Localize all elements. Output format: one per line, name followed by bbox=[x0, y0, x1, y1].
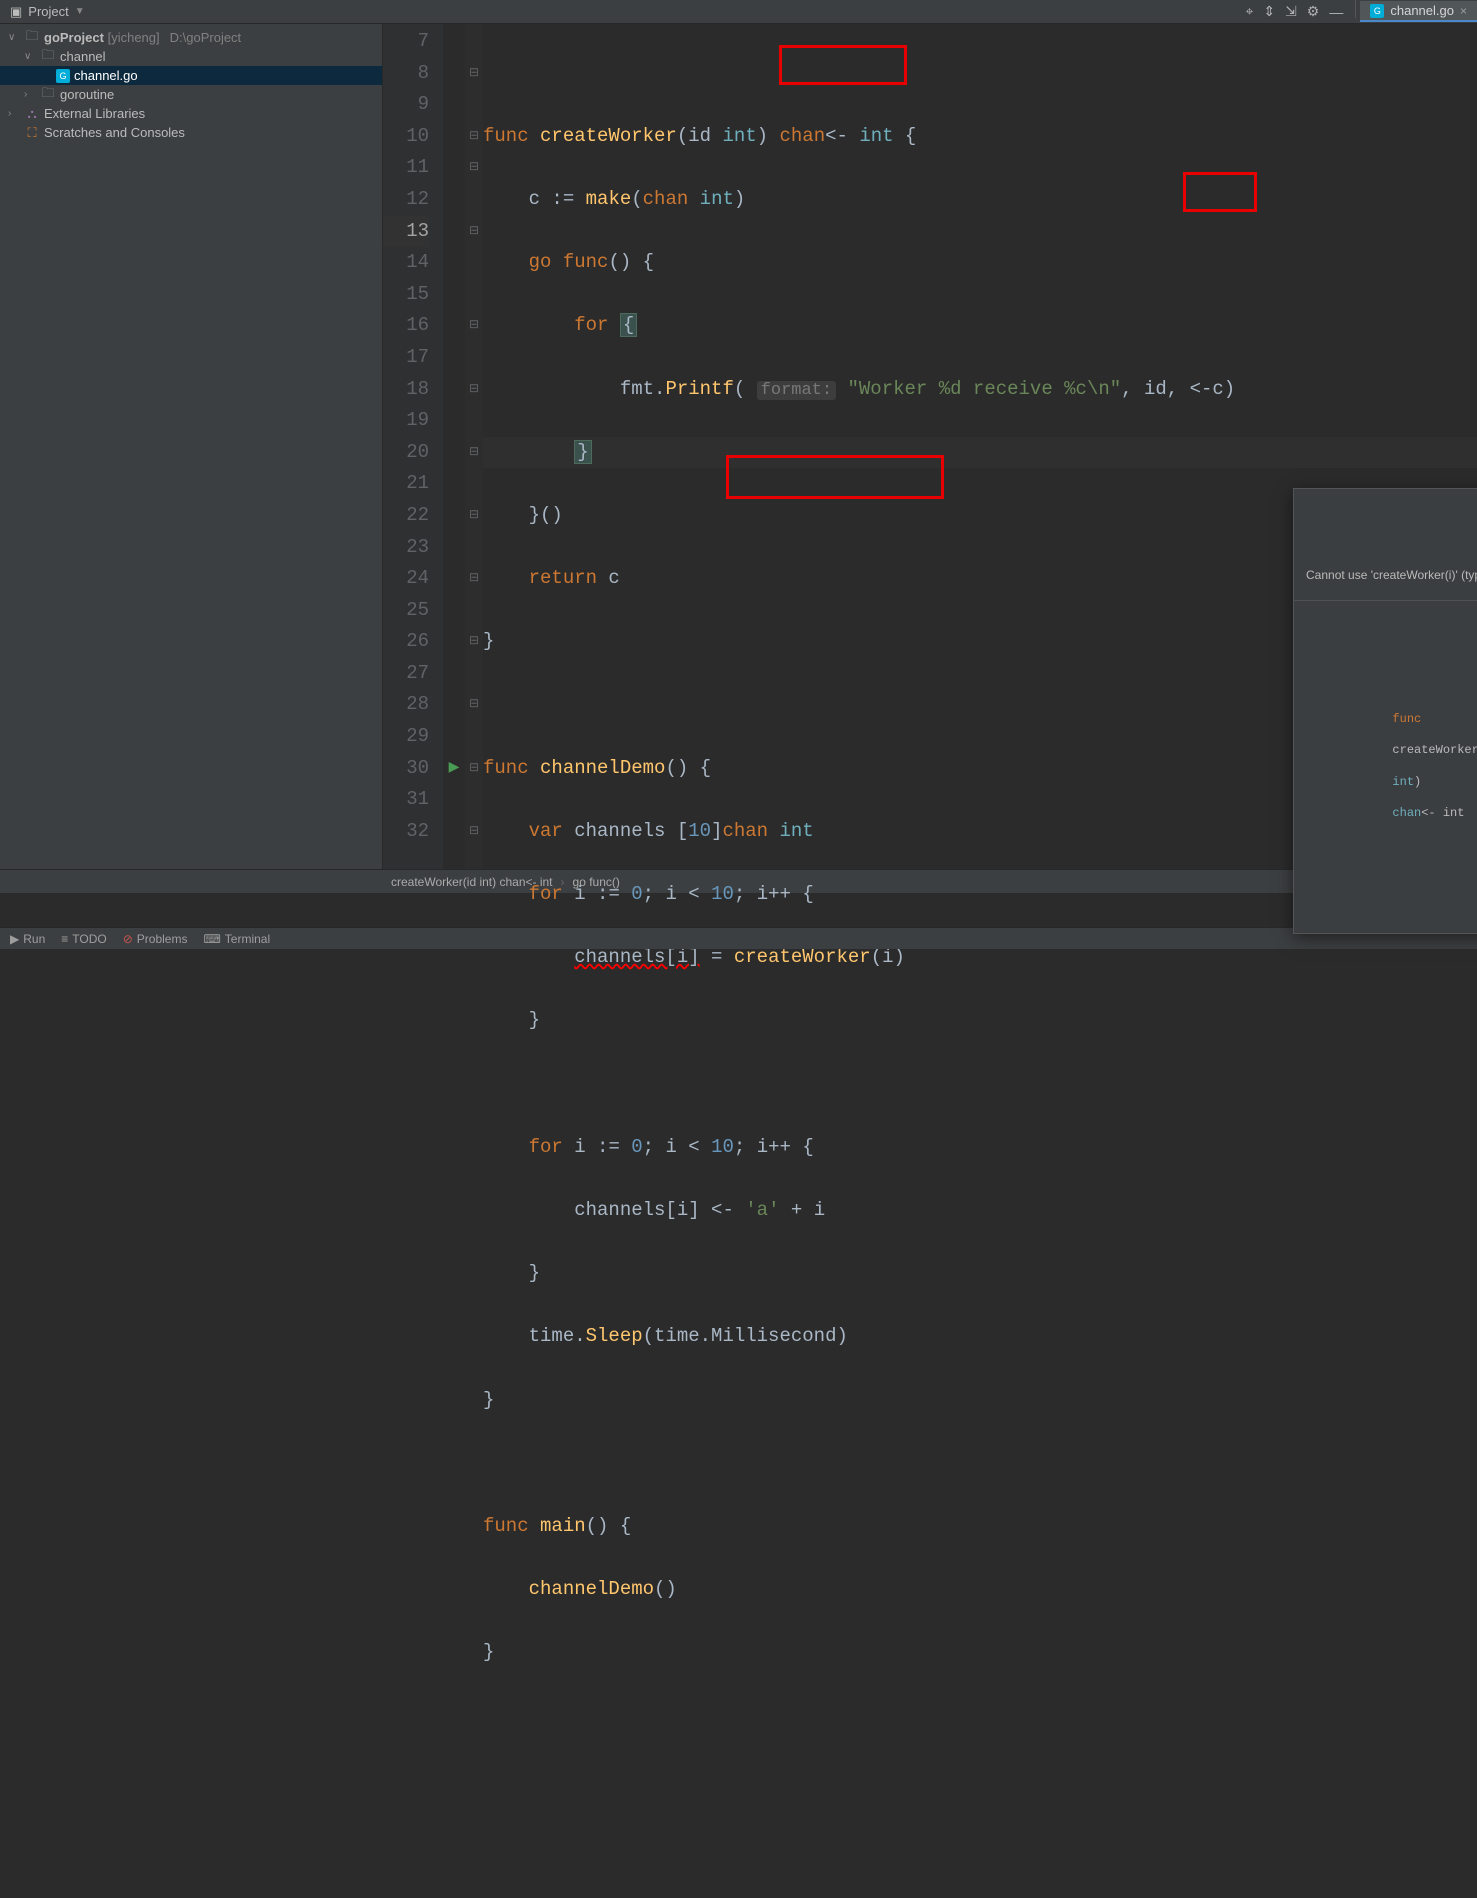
run-gutter: ▶ bbox=[443, 24, 465, 869]
tooltip-signature: func createWorker(id int) chan<- int ⋮ bbox=[1294, 664, 1477, 870]
tooltip-message: Cannot use 'createWorker(i)' (type chan<… bbox=[1294, 552, 1477, 601]
folder-icon: 🗀 bbox=[40, 84, 56, 106]
chevron-down-icon: ▼ bbox=[75, 6, 85, 17]
tool-terminal[interactable]: ⌨Terminal bbox=[203, 932, 270, 946]
tree-scratches[interactable]: ⛶ Scratches and Consoles bbox=[0, 123, 382, 142]
tree-label: channel.go bbox=[74, 68, 138, 83]
project-title: Project bbox=[28, 4, 68, 19]
gear-icon[interactable]: ⚙ bbox=[1307, 3, 1320, 20]
tree-root[interactable]: ∨ 🗀 goProject [yicheng] D:\goProject bbox=[0, 28, 382, 47]
tree-file-channel-go[interactable]: G channel.go bbox=[0, 66, 382, 85]
todo-icon: ≡ bbox=[61, 932, 68, 946]
go-file-icon: G bbox=[1370, 4, 1384, 18]
tree-label: External Libraries bbox=[44, 106, 145, 121]
code-editor[interactable]: 78910 11121314 15161718 19202122 2324252… bbox=[383, 24, 1477, 869]
tree-folder-channel[interactable]: ∨ 🗀 channel bbox=[0, 47, 382, 66]
folder-icon: 🗀 bbox=[40, 46, 56, 68]
tree-label: channel bbox=[60, 49, 106, 64]
hide-icon[interactable]: — bbox=[1329, 4, 1343, 20]
close-tab-icon[interactable]: × bbox=[1460, 4, 1467, 18]
project-window-icon: ▣ bbox=[10, 4, 22, 20]
go-file-icon: G bbox=[56, 69, 70, 83]
tool-run[interactable]: ▶Run bbox=[10, 932, 45, 946]
line-gutter: 78910 11121314 15161718 19202122 2324252… bbox=[383, 24, 443, 869]
project-toolbar-icons: ⌖ ⇕ ⇲ ⚙ — bbox=[1245, 0, 1351, 23]
library-icon: ⛬ bbox=[24, 106, 40, 122]
topbar: ▣ Project ▼ ⌖ ⇕ ⇲ ⚙ — G channel.go × bbox=[0, 0, 1477, 24]
tree-label: goroutine bbox=[60, 87, 114, 102]
tab-label: channel.go bbox=[1390, 3, 1454, 18]
collapse-icon[interactable]: ⇲ bbox=[1285, 3, 1297, 20]
problems-icon: ⊘ bbox=[123, 932, 133, 946]
run-icon: ▶ bbox=[10, 932, 19, 946]
error-tooltip: Cannot use 'createWorker(i)' (type chan<… bbox=[1293, 488, 1477, 934]
run-main-icon[interactable]: ▶ bbox=[449, 753, 460, 785]
expand-icon[interactable]: ⇕ bbox=[1263, 3, 1275, 20]
tree-root-name: goProject bbox=[44, 30, 104, 45]
terminal-icon: ⌨ bbox=[203, 932, 220, 946]
tree-root-context: [yicheng] bbox=[108, 30, 160, 45]
code-content[interactable]: func createWorker(id int) chan<- int { c… bbox=[483, 24, 1477, 869]
fold-gutter: ⊟⊟⊟⊟⊟⊟⊟⊟⊟⊟⊟⊟⊟ bbox=[465, 24, 483, 869]
editor-tabs: G channel.go × bbox=[1360, 0, 1477, 23]
scratches-icon: ⛶ bbox=[24, 125, 40, 141]
project-tool-label[interactable]: ▣ Project ▼ bbox=[0, 0, 95, 23]
tool-problems[interactable]: ⊘Problems bbox=[123, 932, 188, 946]
bottom-toolbar: ▶Run ≡TODO ⊘Problems ⌨Terminal bbox=[0, 927, 1477, 949]
project-tree[interactable]: ∨ 🗀 goProject [yicheng] D:\goProject ∨ 🗀… bbox=[0, 24, 383, 869]
tree-label: Scratches and Consoles bbox=[44, 125, 185, 140]
main-area: ∨ 🗀 goProject [yicheng] D:\goProject ∨ 🗀… bbox=[0, 24, 1477, 869]
target-icon[interactable]: ⌖ bbox=[1245, 3, 1253, 20]
tool-todo[interactable]: ≡TODO bbox=[61, 932, 106, 946]
tree-external-libraries[interactable]: › ⛬ External Libraries bbox=[0, 104, 382, 123]
folder-icon: 🗀 bbox=[24, 27, 40, 49]
tree-folder-goroutine[interactable]: › 🗀 goroutine bbox=[0, 85, 382, 104]
tree-root-path: D:\goProject bbox=[170, 30, 242, 45]
tab-channel-go[interactable]: G channel.go × bbox=[1360, 1, 1477, 22]
topbar-separator bbox=[1355, 0, 1356, 18]
